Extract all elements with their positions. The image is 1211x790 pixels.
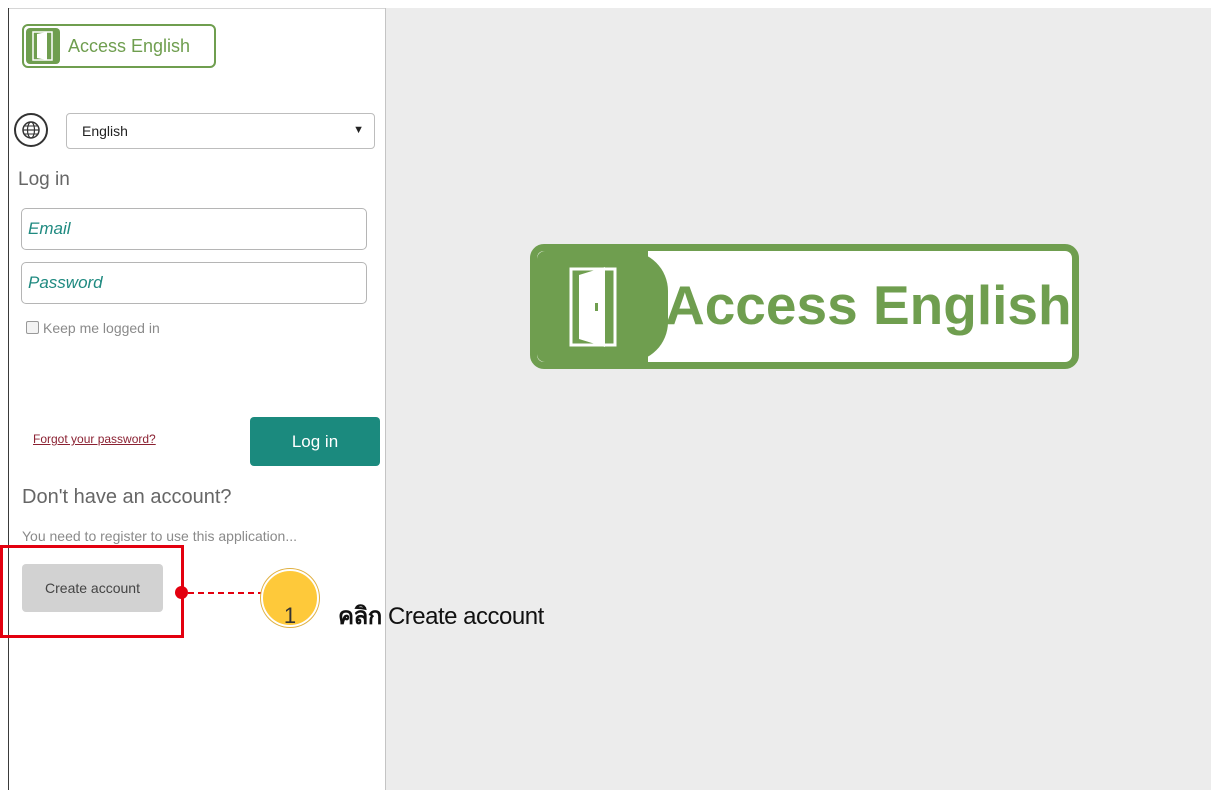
step-number: 1 [283,603,297,628]
email-field[interactable] [21,208,367,250]
checkbox-icon[interactable] [26,321,39,334]
login-button[interactable]: Log in [250,417,380,466]
login-heading: Log in [18,169,70,190]
door-icon [569,267,617,347]
step-verb: คลิก [338,603,382,630]
keep-logged-in[interactable]: Keep me logged in [26,320,160,336]
language-select[interactable]: English ▼ [66,113,375,149]
app-logo-text-large: Access English [665,274,1072,336]
globe-icon [14,113,48,147]
register-message: You need to register to use this applica… [22,528,297,544]
door-icon [26,28,60,64]
password-field[interactable] [21,262,367,304]
annotation-dot [175,586,188,599]
app-logo-large: Access English [530,244,1079,369]
step-target: Create account [387,603,544,630]
step-badge: 1 [261,569,319,628]
chevron-down-icon: ▼ [353,124,364,136]
forgot-password-link[interactable]: Forgot your password? [33,432,156,446]
no-account-heading: Don't have an account? [22,486,232,508]
splash-panel [385,8,1211,790]
language-selected-value: English [82,123,128,139]
keep-logged-in-label: Keep me logged in [43,320,160,336]
step-instruction: คลิก Create account [338,596,544,635]
annotation-connector [188,592,264,594]
app-logo-small: Access English [22,24,216,68]
highlight-box [0,545,184,638]
app-logo-text: Access English [68,36,191,56]
